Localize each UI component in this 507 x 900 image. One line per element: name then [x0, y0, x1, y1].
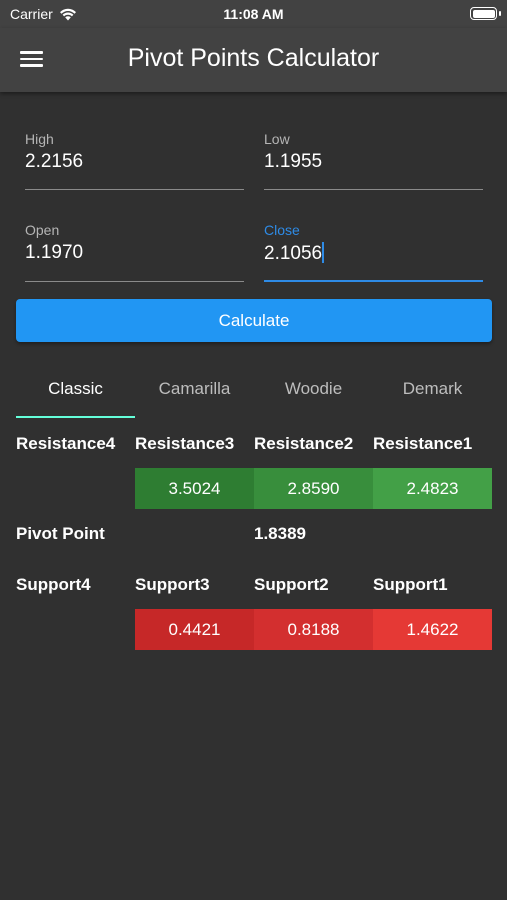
resistance1-header: Resistance1 — [373, 434, 473, 453]
tab-classic[interactable]: Classic — [16, 368, 135, 418]
support-header-row: Support4 Support3 Support2 Support1 — [16, 575, 492, 595]
low-field[interactable]: Low 1.1955 — [264, 131, 492, 190]
pivot-spacer — [135, 524, 254, 544]
support4-value — [16, 609, 135, 650]
high-underline — [25, 189, 244, 190]
close-value: 2.1056 — [264, 243, 323, 264]
text-caret — [322, 242, 325, 263]
pivot-value: 1.8389 — [254, 524, 306, 543]
high-input[interactable]: 2.2156 — [25, 151, 253, 173]
support4-header: Support4 — [16, 575, 91, 594]
close-input[interactable]: 2.1056 — [264, 242, 492, 265]
tab-demark[interactable]: Demark — [373, 368, 492, 418]
pivot-spacer-right — [373, 524, 492, 544]
resistance4-header: Resistance4 — [16, 434, 116, 453]
support2-header: Support2 — [254, 575, 329, 594]
close-underline — [264, 280, 483, 282]
close-label: Close — [264, 222, 300, 238]
support1-header: Support1 — [373, 575, 448, 594]
support2-value: 0.8188 — [254, 609, 373, 650]
support1-value: 1.4622 — [373, 609, 492, 650]
app-bar: Pivot Points Calculator — [0, 28, 507, 92]
calculate-button[interactable]: Calculate — [16, 299, 492, 342]
page-title: Pivot Points Calculator — [127, 44, 380, 72]
resistance3-header: Resistance3 — [135, 434, 235, 453]
method-tabs: Classic Camarilla Woodie Demark — [16, 368, 492, 418]
resistance4-value — [16, 468, 135, 509]
open-underline — [25, 281, 244, 282]
support-value-row: 0.4421 0.8188 1.4622 — [16, 609, 492, 650]
open-field[interactable]: Open 1.1970 — [25, 222, 253, 282]
resistance3-value: 3.5024 — [135, 468, 254, 509]
open-label: Open — [25, 222, 60, 238]
resistance2-value: 2.8590 — [254, 468, 373, 509]
low-underline — [264, 189, 483, 190]
close-field[interactable]: Close 2.1056 — [264, 222, 492, 282]
resistance1-value: 2.4823 — [373, 468, 492, 509]
status-time: 11:08 AM — [223, 6, 284, 22]
high-label: High — [25, 131, 54, 147]
pivot-row: Pivot Point 1.8389 — [16, 524, 492, 544]
status-bar: Carrier 11:08 AM — [0, 0, 507, 28]
resistance-header-row: Resistance4 Resistance3 Resistance2 Resi… — [16, 434, 492, 454]
resistance-value-row: 3.5024 2.8590 2.4823 — [16, 468, 492, 509]
open-input[interactable]: 1.1970 — [25, 242, 253, 264]
low-input[interactable]: 1.1955 — [264, 151, 492, 173]
tab-woodie[interactable]: Woodie — [254, 368, 373, 418]
low-label: Low — [264, 131, 290, 147]
support3-header: Support3 — [135, 575, 210, 594]
high-field[interactable]: High 2.2156 — [25, 131, 253, 190]
pivot-label: Pivot Point — [16, 524, 105, 543]
support3-value: 0.4421 — [135, 609, 254, 650]
resistance2-header: Resistance2 — [254, 434, 354, 453]
tab-camarilla[interactable]: Camarilla — [135, 368, 254, 418]
battery-icon — [470, 7, 501, 20]
